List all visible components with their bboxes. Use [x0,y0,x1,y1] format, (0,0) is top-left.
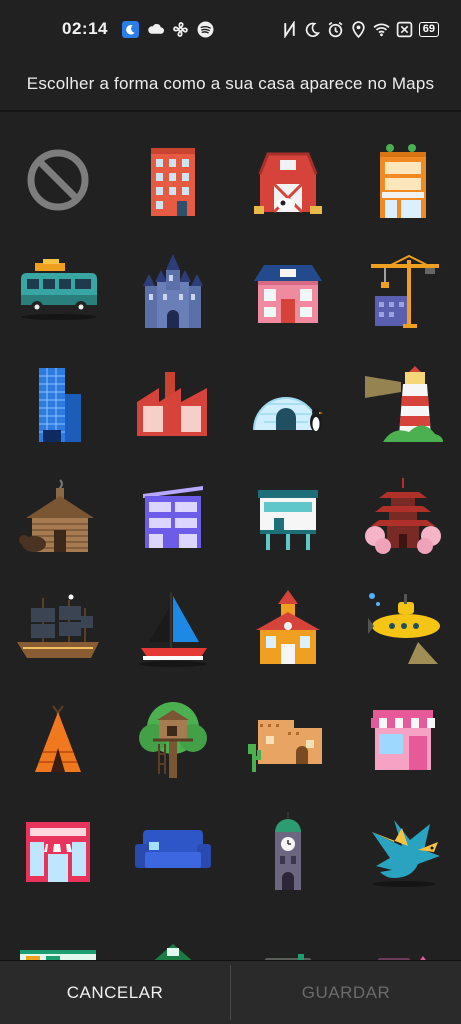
shop-building-icon [379,144,426,218]
wifi-icon [373,23,390,36]
option-submarine[interactable] [345,572,460,684]
grey-house-icon [264,954,311,960]
option-sofa[interactable] [115,796,230,908]
modern-house-icon [142,486,203,548]
lighthouse-icon [364,366,443,442]
option-shop-building[interactable] [345,124,460,236]
pink-house-icon [377,956,426,960]
save-button[interactable]: GUARDAR [231,961,461,1024]
home-icon-grid [0,124,461,960]
option-construction-crane[interactable] [345,236,460,348]
spotify-icon [197,21,214,37]
apartment-icon [150,148,195,216]
cloud-icon [148,23,164,34]
option-grey-house[interactable] [230,908,345,960]
option-camper-van[interactable] [0,236,115,348]
sailboat-icon [138,592,207,667]
factory-icon [136,372,207,436]
option-modern-house[interactable] [115,460,230,572]
location-icon [352,20,365,38]
dialog-title: Escolher a forma como a sua casa aparece… [26,74,435,93]
option-green-house[interactable] [115,908,230,960]
schoolhouse-icon [255,590,320,664]
option-treehouse[interactable] [115,684,230,796]
barn-icon [253,152,322,214]
option-none[interactable] [0,124,115,236]
option-apartment[interactable] [115,124,230,236]
option-lighthouse[interactable] [345,348,460,460]
option-green-store[interactable] [0,908,115,960]
construction-crane-icon [370,254,439,328]
igloo-icon [252,397,323,432]
stilt-house-icon [257,490,318,550]
option-cottage[interactable] [230,236,345,348]
nfc-icon [284,20,295,38]
pagoda-icon [364,478,441,554]
storefront-icon [370,710,435,770]
clock-tower-icon [274,812,301,890]
skyscraper-icon [38,368,81,442]
green-store-icon [19,950,96,960]
do-not-disturb-icon [305,22,320,37]
status-bar: 02:14 69 [0,0,461,58]
option-dragon[interactable] [345,796,460,908]
option-log-cabin[interactable] [0,460,115,572]
option-skyscraper[interactable] [0,348,115,460]
option-factory[interactable] [115,348,230,460]
option-circus-shop[interactable] [0,796,115,908]
camper-van-icon [20,259,97,320]
alarm-icon [328,21,343,37]
log-cabin-icon [18,479,94,552]
option-teepee[interactable] [0,684,115,796]
option-adobe-house[interactable] [230,684,345,796]
option-pagoda[interactable] [345,460,460,572]
teepee-icon [34,705,81,772]
fan-icon [173,21,188,37]
option-castle[interactable] [115,236,230,348]
circus-shop-icon [25,822,90,882]
adobe-house-icon [247,720,322,772]
option-sailboat[interactable] [115,572,230,684]
clock: 02:14 [62,19,108,38]
cancel-button[interactable]: CANCELAR [0,961,230,1024]
option-igloo[interactable] [230,348,345,460]
option-schoolhouse[interactable] [230,572,345,684]
option-pirate-ship[interactable] [0,572,115,684]
close-box-icon [396,21,413,37]
no-symbol-icon [27,149,88,211]
castle-icon [142,254,203,328]
dialog-header: Escolher a forma como a sua casa aparece… [0,58,461,110]
option-storefront[interactable] [345,684,460,796]
treehouse-icon [138,702,207,778]
green-house-icon [154,944,191,960]
battery-indicator: 69 [418,21,439,37]
sofa-icon [134,830,211,874]
pirate-ship-icon [16,592,99,658]
submarine-icon [367,593,440,664]
option-stilt-house[interactable] [230,460,345,572]
dragon-icon [371,820,440,887]
cottage-icon [253,265,322,323]
header-divider [0,110,461,112]
moon-badge-icon [121,20,139,38]
option-pink-house[interactable] [345,908,460,960]
option-clock-tower[interactable] [230,796,345,908]
action-bar: CANCELAR GUARDAR [0,960,461,1024]
option-barn[interactable] [230,124,345,236]
